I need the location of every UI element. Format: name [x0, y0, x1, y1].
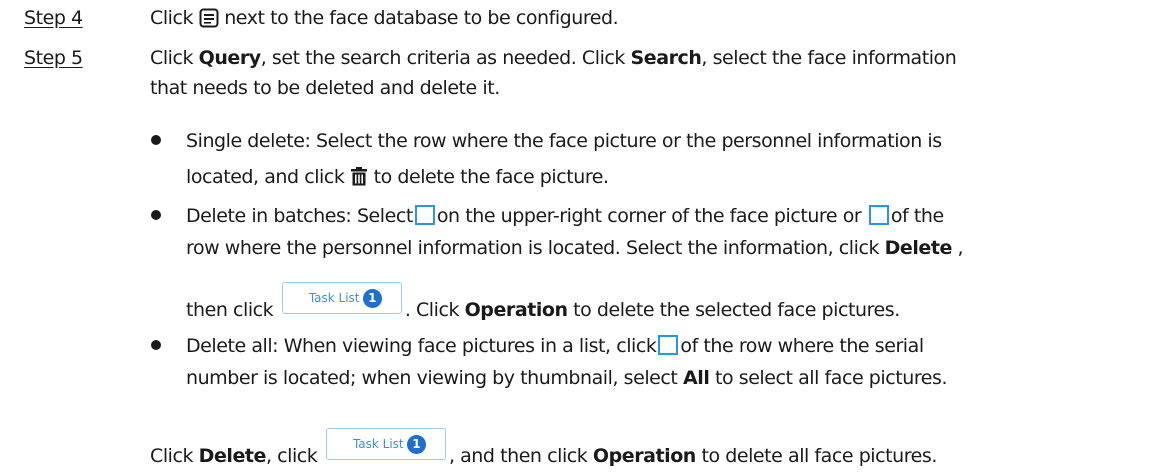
list-details-icon	[199, 8, 219, 36]
search-term: Search	[630, 47, 702, 69]
all-term: All	[683, 367, 710, 389]
task-count-badge: 1	[406, 435, 426, 454]
delete-term: Delete	[884, 237, 953, 259]
operation-term: Operation	[464, 299, 568, 321]
task-list-button-label: Task List	[352, 437, 404, 451]
task-count-badge: 1	[362, 289, 382, 308]
task-list-button[interactable]: Task List 1	[325, 428, 446, 460]
checkbox-icon	[658, 335, 679, 355]
query-term: Query	[198, 47, 262, 69]
checkbox-icon	[868, 205, 889, 225]
step-5-label: Step 5	[24, 47, 83, 69]
delete-term: Delete	[198, 445, 267, 467]
task-list-button[interactable]: Task List 1	[281, 282, 402, 314]
bullet-dot	[151, 340, 161, 350]
bullet-dot	[151, 210, 161, 220]
task-list-button-label: Task List	[308, 291, 360, 305]
operation-term: Operation	[592, 445, 696, 467]
trash-icon	[350, 167, 368, 195]
document-page: Step 4 Click next to the face database t…	[0, 0, 1157, 475]
checkbox-icon	[414, 205, 435, 225]
step-4-label: Step 4	[24, 7, 83, 29]
bullet-dot	[151, 135, 161, 145]
